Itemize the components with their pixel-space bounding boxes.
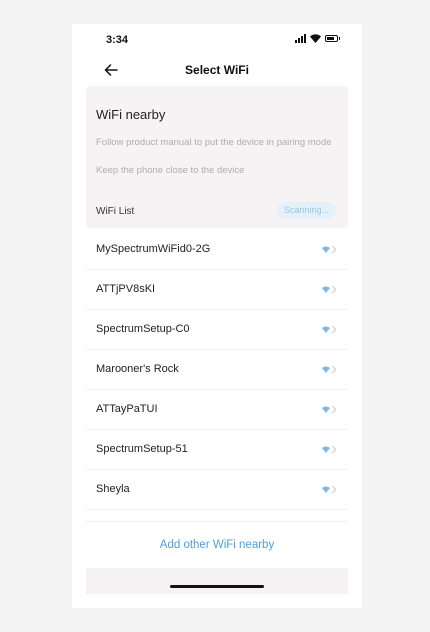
wifi-network-name: Marooner's Rock	[96, 363, 179, 375]
battery-icon	[325, 35, 338, 42]
chevron-right-icon	[332, 445, 337, 454]
nav-bar: Select WiFi	[72, 54, 362, 84]
wifi-list: MySpectrumWiFid0-2G ATTjPV8sKI SpectrumSet…	[86, 230, 348, 510]
wifi-network-name: Sheyla	[96, 483, 130, 495]
status-bar: 3:34	[72, 24, 362, 54]
wifi-network-row[interactable]: Marooner's Rock	[86, 350, 348, 390]
wifi-network-row[interactable]: SpectrumSetup-51	[86, 430, 348, 470]
pairing-instruction: Follow product manual to put the device …	[96, 137, 332, 148]
bottom-strip	[86, 568, 348, 594]
wifi-status-icon	[310, 34, 321, 43]
status-icons	[295, 34, 340, 43]
wifi-network-name: SpectrumSetup-C0	[96, 323, 190, 335]
add-other-wifi-link[interactable]: Add other WiFi nearby	[72, 539, 362, 551]
chevron-right-icon	[332, 365, 337, 374]
page-title: Select WiFi	[185, 63, 249, 77]
cellular-signal-icon	[295, 34, 306, 43]
wifi-signal-icon	[322, 246, 330, 253]
wifi-signal-icon	[322, 446, 330, 453]
wifi-list-label: WiFi List	[96, 206, 135, 217]
wifi-network-row[interactable]: Sheyla	[86, 470, 348, 510]
battery-tip	[339, 37, 340, 40]
wifi-signal-icon	[322, 286, 330, 293]
chevron-right-icon	[332, 285, 337, 294]
phone-screen: 3:34 Select WiFi WiFi nearby Follow prod…	[72, 24, 362, 608]
wifi-signal-icon	[322, 366, 330, 373]
wifi-network-name: ATTjPV8sKI	[96, 283, 156, 295]
proximity-instruction: Keep the phone close to the device	[96, 165, 245, 176]
wifi-signal-icon	[322, 486, 330, 493]
chevron-right-icon	[332, 245, 337, 254]
scanning-badge: Scanning...	[276, 202, 336, 219]
wifi-network-name: MySpectrumWiFid0-2G	[96, 243, 211, 255]
wifi-network-row[interactable]: ATTayPaTUI	[86, 390, 348, 430]
chevron-right-icon	[332, 485, 337, 494]
wifi-network-row[interactable]: MySpectrumWiFid0-2G	[86, 230, 348, 270]
wifi-network-row[interactable]: ATTjPV8sKI	[86, 270, 348, 310]
divider	[86, 521, 348, 522]
wifi-signal-icon	[322, 326, 330, 333]
wifi-network-name: SpectrumSetup-51	[96, 443, 188, 455]
wifi-network-name: ATTayPaTUI	[96, 403, 158, 415]
wifi-network-row[interactable]: SpectrumSetup-C0	[86, 310, 348, 350]
wifi-nearby-heading: WiFi nearby	[96, 107, 166, 122]
chevron-right-icon	[332, 325, 337, 334]
wifi-signal-icon	[322, 406, 330, 413]
home-indicator	[170, 585, 264, 588]
chevron-right-icon	[332, 405, 337, 414]
wifi-info-card: WiFi nearby Follow product manual to put…	[86, 86, 348, 228]
status-time: 3:34	[106, 34, 129, 46]
